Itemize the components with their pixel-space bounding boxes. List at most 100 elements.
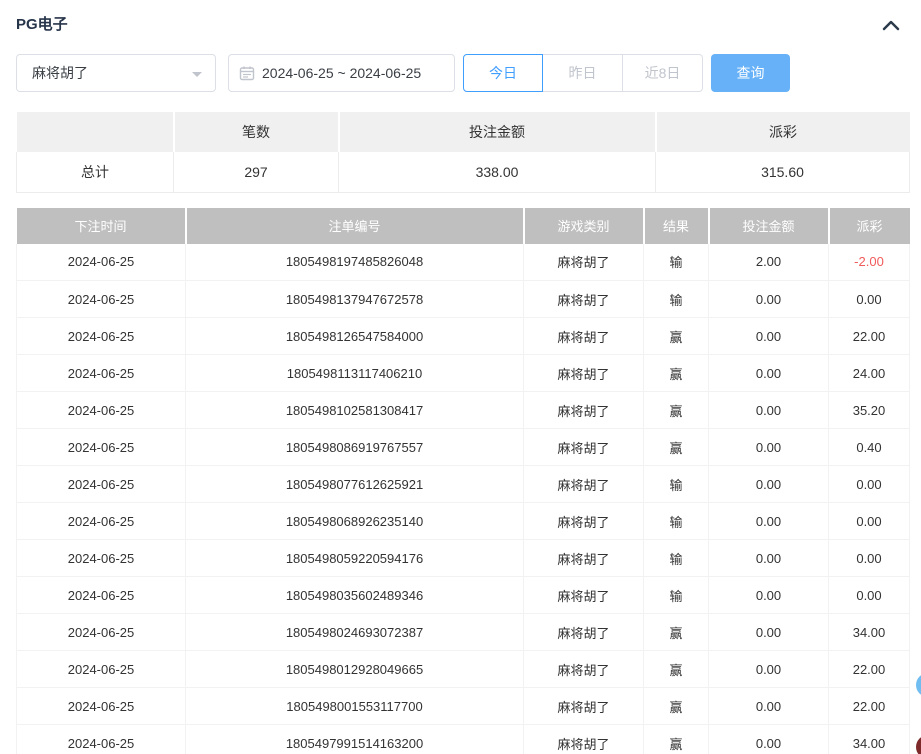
table-cell: 1805498126547584000 <box>186 318 524 355</box>
table-cell: 输 <box>644 281 709 318</box>
table-cell: 0.40 <box>829 429 910 466</box>
table-cell: 赢 <box>644 392 709 429</box>
date-range-input[interactable]: 2024-06-25 ~ 2024-06-25 <box>228 54 455 92</box>
table-cell: 麻将胡了 <box>524 318 644 355</box>
col-header-bet-id: 注单编号 <box>186 208 524 244</box>
table-cell: 赢 <box>644 318 709 355</box>
table-row: 2024-06-251805497991514163200麻将胡了赢0.0034… <box>17 725 910 754</box>
table-cell: 22.00 <box>829 688 910 725</box>
date-range-value: 2024-06-25 ~ 2024-06-25 <box>262 65 421 81</box>
report-panel: PG电子 麻将胡了 <box>0 0 921 754</box>
game-select[interactable]: 麻将胡了 <box>16 54 216 92</box>
table-cell: 输 <box>644 577 709 614</box>
game-select-value: 麻将胡了 <box>32 63 88 83</box>
bets-table: 下注时间 注单编号 游戏类别 结果 投注金额 派彩 2024-06-251805… <box>16 208 910 754</box>
table-cell: 赢 <box>644 688 709 725</box>
search-button[interactable]: 查询 <box>711 54 790 92</box>
table-row: 2024-06-251805498012928049665麻将胡了赢0.0022… <box>17 651 910 688</box>
table-cell: 2024-06-25 <box>17 651 186 688</box>
table-cell: 1805498012928049665 <box>186 651 524 688</box>
table-cell: 0.00 <box>709 392 829 429</box>
table-cell: 2024-06-25 <box>17 392 186 429</box>
table-cell: 34.00 <box>829 614 910 651</box>
summary-total-row: 总计 297 338.00 315.60 <box>17 152 910 192</box>
table-cell: 麻将胡了 <box>524 725 644 754</box>
table-row: 2024-06-251805498126547584000麻将胡了赢0.0022… <box>17 318 910 355</box>
table-cell: 1805498068926235140 <box>186 503 524 540</box>
table-cell: 2024-06-25 <box>17 318 186 355</box>
table-cell: 赢 <box>644 355 709 392</box>
col-header-bet-time: 下注时间 <box>17 208 186 244</box>
quick-date-button-0[interactable]: 今日 <box>463 54 543 92</box>
table-cell: 1805498077612625921 <box>186 466 524 503</box>
col-header-payout: 派彩 <box>829 208 910 244</box>
quick-date-button-2[interactable]: 近8日 <box>623 54 703 92</box>
table-cell: 1805498035602489346 <box>186 577 524 614</box>
summary-total-count: 297 <box>174 152 339 192</box>
quick-date-button-1[interactable]: 昨日 <box>543 54 623 92</box>
col-header-result: 结果 <box>644 208 709 244</box>
table-cell: 麻将胡了 <box>524 540 644 577</box>
table-cell: 0.00 <box>709 725 829 754</box>
table-cell: 1805497991514163200 <box>186 725 524 754</box>
table-cell: 0.00 <box>709 281 829 318</box>
table-cell: 0.00 <box>709 651 829 688</box>
table-cell: 0.00 <box>709 355 829 392</box>
table-cell: 麻将胡了 <box>524 614 644 651</box>
table-row: 2024-06-251805498077612625921麻将胡了输0.000.… <box>17 466 910 503</box>
table-cell: 2024-06-25 <box>17 429 186 466</box>
calendar-icon <box>239 65 255 81</box>
panel-header: PG电子 <box>16 14 909 38</box>
table-row: 2024-06-251805498035602489346麻将胡了输0.000.… <box>17 577 910 614</box>
table-cell: 0.00 <box>829 503 910 540</box>
collapse-panel-button[interactable] <box>881 16 903 34</box>
table-cell: 赢 <box>644 614 709 651</box>
table-cell: 麻将胡了 <box>524 281 644 318</box>
table-cell: 赢 <box>644 651 709 688</box>
table-cell: 麻将胡了 <box>524 503 644 540</box>
table-cell: -2.00 <box>829 244 910 281</box>
floating-action-button[interactable] <box>916 735 921 754</box>
col-header-game-type: 游戏类别 <box>524 208 644 244</box>
table-cell: 0.00 <box>709 540 829 577</box>
quick-date-button-group: 今日昨日近8日 <box>463 54 703 92</box>
table-cell: 24.00 <box>829 355 910 392</box>
table-cell: 麻将胡了 <box>524 651 644 688</box>
summary-table: 笔数 投注金额 派彩 总计 297 338.00 315.60 <box>16 112 910 193</box>
table-cell: 0.00 <box>829 540 910 577</box>
table-cell: 35.20 <box>829 392 910 429</box>
table-cell: 麻将胡了 <box>524 244 644 281</box>
table-cell: 0.00 <box>709 688 829 725</box>
table-cell: 麻将胡了 <box>524 577 644 614</box>
table-cell: 22.00 <box>829 651 910 688</box>
table-cell: 0.00 <box>829 577 910 614</box>
col-header-bet-amount: 投注金额 <box>709 208 829 244</box>
table-cell: 麻将胡了 <box>524 466 644 503</box>
summary-header-empty <box>17 112 174 152</box>
table-cell: 2024-06-25 <box>17 244 186 281</box>
table-cell: 麻将胡了 <box>524 429 644 466</box>
table-cell: 1805498137947672578 <box>186 281 524 318</box>
table-cell: 1805498197485826048 <box>186 244 524 281</box>
summary-header-payout: 派彩 <box>656 112 910 152</box>
table-cell: 0.00 <box>709 614 829 651</box>
table-cell: 1805498113117406210 <box>186 355 524 392</box>
table-row: 2024-06-251805498068926235140麻将胡了输0.000.… <box>17 503 910 540</box>
summary-header-row: 笔数 投注金额 派彩 <box>17 112 910 152</box>
table-cell: 34.00 <box>829 725 910 754</box>
table-cell: 2024-06-25 <box>17 503 186 540</box>
table-cell: 0.00 <box>829 281 910 318</box>
table-cell: 0.00 <box>709 577 829 614</box>
table-cell: 2024-06-25 <box>17 688 186 725</box>
table-cell: 0.00 <box>709 503 829 540</box>
table-row: 2024-06-251805498086919767557麻将胡了赢0.000.… <box>17 429 910 466</box>
floating-service-button[interactable] <box>916 673 921 697</box>
table-cell: 输 <box>644 540 709 577</box>
table-cell: 输 <box>644 503 709 540</box>
table-row: 2024-06-251805498024693072387麻将胡了赢0.0034… <box>17 614 910 651</box>
table-cell: 赢 <box>644 429 709 466</box>
table-cell: 1805498001553117700 <box>186 688 524 725</box>
bets-header-row: 下注时间 注单编号 游戏类别 结果 投注金额 派彩 <box>17 208 910 244</box>
table-row: 2024-06-251805498113117406210麻将胡了赢0.0024… <box>17 355 910 392</box>
table-cell: 2024-06-25 <box>17 281 186 318</box>
